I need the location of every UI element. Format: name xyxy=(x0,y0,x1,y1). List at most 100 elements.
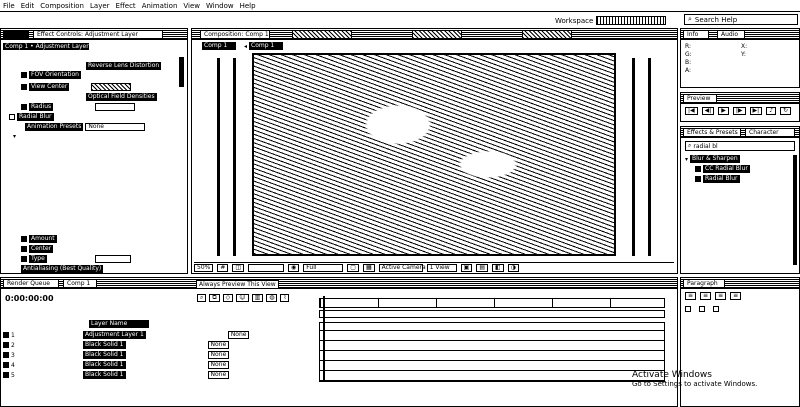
tab-layer[interactable] xyxy=(292,30,352,39)
parent-dropdown[interactable]: None xyxy=(207,361,230,369)
layer-row[interactable]: 5 Black Solid 1 None xyxy=(3,370,230,380)
eye-icon[interactable] xyxy=(3,342,9,348)
fx-toggle[interactable] xyxy=(9,114,15,120)
time-ruler[interactable] xyxy=(319,298,665,308)
align-right-icon[interactable]: ≡ xyxy=(715,292,727,300)
subtab-comp1[interactable]: Comp 1 xyxy=(202,42,236,50)
current-time-indicator[interactable] xyxy=(323,296,325,382)
search-icon[interactable]: ⌕ xyxy=(197,294,207,302)
toggle-icon-1[interactable]: ▣ xyxy=(460,263,473,272)
subtab-comp1-b[interactable]: Comp 1 xyxy=(249,42,284,50)
composition-viewer[interactable] xyxy=(252,53,616,256)
toggle-icon-3[interactable]: ◧ xyxy=(491,263,504,272)
type-dropdown[interactable] xyxy=(94,255,131,263)
menu-window[interactable]: Window xyxy=(206,2,234,10)
parent-dropdown[interactable]: None xyxy=(227,331,250,339)
camera-dropdown[interactable]: Active Camera xyxy=(378,263,426,272)
menu-edit[interactable]: Edit xyxy=(21,2,35,10)
views-dropdown[interactable]: 1 View xyxy=(426,263,457,272)
fx-row-lens[interactable]: Reverse Lens Distortion xyxy=(86,62,162,70)
timecode-display[interactable]: 0:00:00:00 xyxy=(5,294,54,303)
tab-project[interactable] xyxy=(3,30,29,39)
workspace-dropdown[interactable] xyxy=(596,16,667,25)
subtab-flow-icon[interactable]: ◂ xyxy=(244,43,247,50)
comp-flow-icon[interactable]: ⧉ xyxy=(209,294,220,302)
toggle-icon-2[interactable]: ▤ xyxy=(476,263,488,272)
grid-icon[interactable]: # xyxy=(217,263,229,272)
eye-icon[interactable] xyxy=(3,362,9,368)
graph-editor-icon[interactable]: ⌇ xyxy=(280,294,290,302)
fx-row-radial-blur[interactable]: Radial Blur xyxy=(9,113,54,121)
layer-duration-bars[interactable] xyxy=(319,322,665,382)
draft-3d-icon[interactable]: ◇ xyxy=(222,294,234,302)
fx-row-center2[interactable]: Center xyxy=(21,245,54,253)
parent-dropdown[interactable]: None xyxy=(207,371,230,379)
audio-icon[interactable]: ♪ xyxy=(766,107,777,115)
next-frame-icon[interactable]: |▶ xyxy=(732,107,746,115)
mask-icon[interactable]: ◫ xyxy=(232,263,245,272)
eye-icon[interactable] xyxy=(3,332,9,338)
first-frame-icon[interactable]: |◀ xyxy=(685,107,698,115)
loop-icon[interactable]: ↻ xyxy=(780,107,792,115)
eye-icon[interactable] xyxy=(3,372,9,378)
keyframe-icon[interactable] xyxy=(21,104,27,110)
search-help[interactable]: ⌕ Search Help xyxy=(684,14,798,25)
tab-paragraph[interactable]: Paragraph xyxy=(683,279,725,288)
eye-icon[interactable] xyxy=(3,352,9,358)
radius-dropdown[interactable] xyxy=(95,103,136,111)
parent-dropdown[interactable]: None xyxy=(207,341,230,349)
menu-effect[interactable]: Effect xyxy=(116,2,136,10)
effects-item-cc-radial-blur[interactable]: CC Radial Blur xyxy=(695,165,750,173)
play-icon[interactable]: ▶ xyxy=(718,107,729,115)
fx-row-amount[interactable]: Amount xyxy=(21,235,57,243)
exposure-icon[interactable]: ◑ xyxy=(507,263,519,272)
center-value[interactable] xyxy=(91,83,132,91)
layer-row[interactable]: 2 Black Solid 1 None xyxy=(3,340,230,350)
effects-category[interactable]: ▾ Blur & Sharpen xyxy=(685,155,740,163)
tab-preview[interactable]: Preview xyxy=(683,94,717,103)
keyframe-icon[interactable] xyxy=(21,84,27,90)
menu-composition[interactable]: Composition xyxy=(40,2,84,10)
menu-view[interactable]: View xyxy=(183,2,200,10)
align-left-icon[interactable]: ≡ xyxy=(685,292,697,300)
resolution-dropdown[interactable]: Full xyxy=(303,263,344,272)
expand-arrow[interactable]: ▾ xyxy=(13,133,16,140)
tab-effects-presets[interactable]: Effects & Presets xyxy=(683,128,741,137)
fx-row-center[interactable]: View Center xyxy=(21,83,132,91)
snapshot-icon[interactable]: ◉ xyxy=(288,263,300,272)
keyframe-icon[interactable] xyxy=(21,236,27,242)
fx-row-density[interactable]: Optical Field Densities xyxy=(86,93,157,101)
shy-icon[interactable]: ☺ xyxy=(236,294,249,302)
tab-info[interactable]: Info xyxy=(683,30,709,39)
timecode-button[interactable] xyxy=(248,263,285,272)
align-center-icon[interactable]: ≡ xyxy=(700,292,712,300)
tab-audio[interactable]: Audio xyxy=(717,30,745,39)
menu-layer[interactable]: Layer xyxy=(90,2,110,10)
menu-file[interactable]: File xyxy=(3,2,15,10)
tab-comp1[interactable]: Comp 1 xyxy=(63,279,97,288)
layer-row[interactable]: 1 Adjustment Layer 1 None xyxy=(3,330,250,340)
indent-right-field[interactable] xyxy=(699,306,705,312)
menu-animation[interactable]: Animation xyxy=(142,2,178,10)
layer-row[interactable]: 3 Black Solid 1 None xyxy=(3,350,230,360)
tab-character[interactable]: Character xyxy=(745,128,795,137)
roi-icon[interactable]: ▢ xyxy=(347,263,359,272)
keyframe-icon[interactable] xyxy=(21,72,27,78)
layer-row[interactable]: 4 Black Solid 1 None xyxy=(3,360,230,370)
tab-footage[interactable] xyxy=(412,30,462,39)
keyframe-icon[interactable] xyxy=(21,256,27,262)
indent-first-field[interactable] xyxy=(713,306,719,312)
fx-row-fov[interactable]: FOV Orientation xyxy=(21,71,81,79)
frame-blend-icon[interactable]: ▥ xyxy=(251,294,264,302)
parent-dropdown[interactable]: None xyxy=(207,351,230,359)
fx-row-presets[interactable]: Animation Presets None xyxy=(25,123,146,131)
effects-scrollbar[interactable] xyxy=(793,155,797,265)
justify-icon[interactable]: ≡ xyxy=(730,292,742,300)
fx-row-type[interactable]: Type xyxy=(21,255,131,263)
tab-flowchart[interactable] xyxy=(522,30,572,39)
zoom-dropdown[interactable]: 50% xyxy=(194,263,214,272)
transparency-icon[interactable]: ▦ xyxy=(362,263,375,272)
last-frame-icon[interactable]: ▶| xyxy=(749,107,763,115)
tab-effect-controls[interactable]: Effect Controls: Adjustment Layer xyxy=(33,30,163,39)
effect-controls-scrollbar[interactable] xyxy=(179,57,184,87)
